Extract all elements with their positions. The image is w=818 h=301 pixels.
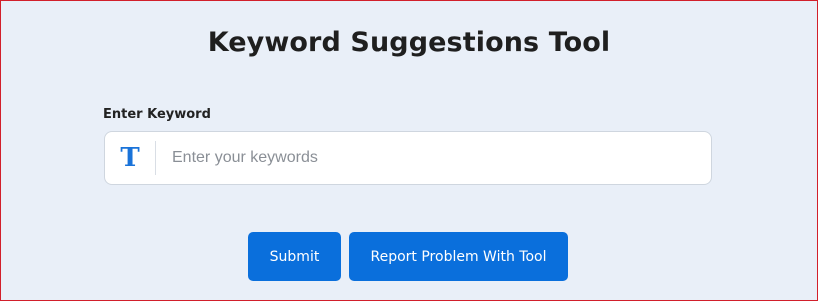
submit-button[interactable]: Submit: [248, 232, 341, 281]
text-type-icon: T: [105, 141, 156, 175]
tool-panel: Keyword Suggestions Tool Enter Keyword T…: [0, 0, 818, 301]
report-problem-button[interactable]: Report Problem With Tool: [349, 232, 568, 281]
keyword-input[interactable]: [156, 131, 711, 185]
page-title: Keyword Suggestions Tool: [207, 27, 611, 58]
keyword-input-group: T: [104, 131, 712, 185]
keyword-field-label: Enter Keyword: [103, 107, 211, 122]
